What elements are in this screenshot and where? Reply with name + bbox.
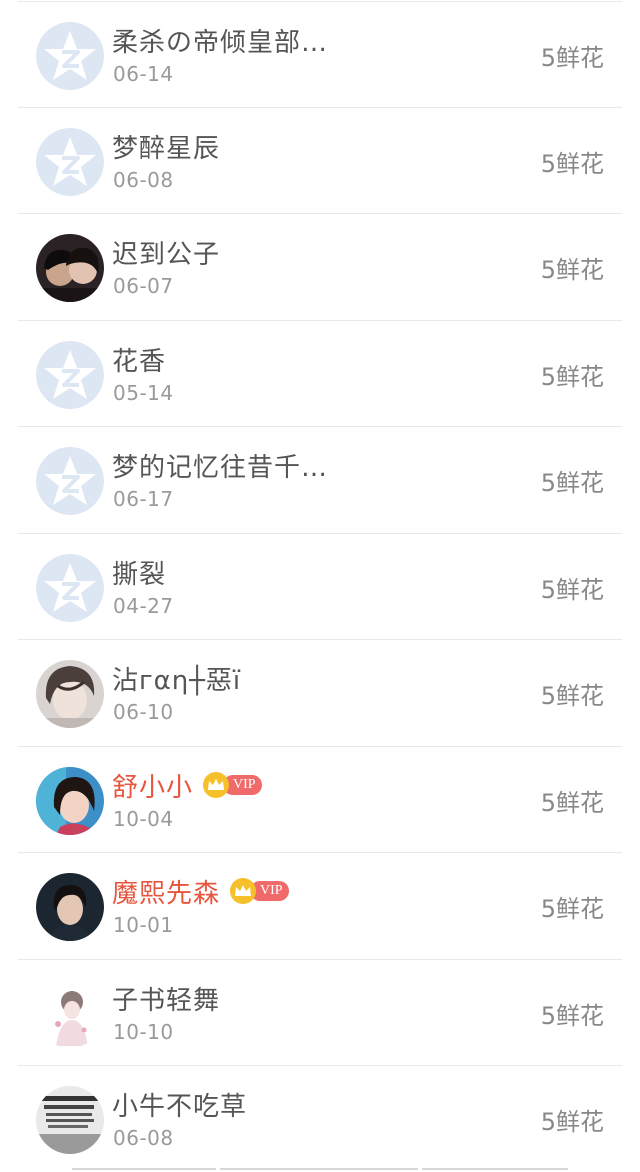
gift-amount: 5鲜花 xyxy=(540,150,604,178)
gift-date: 06-08 xyxy=(113,1126,174,1150)
gift-date: 10-04 xyxy=(113,807,174,831)
avatar[interactable] xyxy=(36,980,104,1048)
default-qq-star-icon xyxy=(36,128,104,196)
default-qq-star-icon xyxy=(36,447,104,515)
list-item[interactable]: 舒小小 VIP 10-04 5鲜花 xyxy=(18,746,622,852)
divider xyxy=(422,1168,568,1170)
list-item[interactable]: 小牛不吃草 06-08 5鲜花 xyxy=(18,1065,622,1171)
avatar[interactable] xyxy=(36,128,104,196)
avatar[interactable] xyxy=(36,873,104,941)
list-item[interactable]: 魔熙先森 VIP 10-01 5鲜花 xyxy=(18,852,622,958)
list-item[interactable]: 花香 05-14 5鲜花 xyxy=(18,320,622,426)
vip-badge[interactable]: VIP xyxy=(203,772,262,798)
gift-amount: 5鲜花 xyxy=(540,576,604,604)
girl-illustration xyxy=(36,980,104,1048)
avatar[interactable] xyxy=(36,660,104,728)
user-name[interactable]: 花香 xyxy=(112,341,166,378)
gift-amount: 5鲜花 xyxy=(540,682,604,710)
user-name[interactable]: 梦的记忆往昔千… xyxy=(112,447,328,484)
gift-amount: 5鲜花 xyxy=(540,895,604,923)
list-item[interactable]: 柔杀の帝倾皇部… 06-14 5鲜花 xyxy=(18,1,622,107)
default-qq-star-icon xyxy=(36,22,104,90)
gift-amount: 5鲜花 xyxy=(540,469,604,497)
list-item[interactable]: 沾гαη┼惡ï 06-10 5鲜花 xyxy=(18,639,622,745)
user-name[interactable]: 子书轻舞 xyxy=(112,980,220,1017)
gift-amount: 5鲜花 xyxy=(540,1002,604,1030)
list-item[interactable]: 子书轻舞 10-10 5鲜花 xyxy=(18,959,622,1065)
user-name[interactable]: 舒小小 xyxy=(112,767,193,804)
gift-date: 10-01 xyxy=(113,913,174,937)
avatar[interactable] xyxy=(36,447,104,515)
user-name[interactable]: 小牛不吃草 xyxy=(112,1086,247,1123)
user-name[interactable]: 迟到公子 xyxy=(112,234,220,271)
vip-badge[interactable]: VIP xyxy=(230,878,289,904)
user-name[interactable]: 柔杀の帝倾皇部… xyxy=(112,22,328,59)
gift-date: 06-14 xyxy=(113,62,174,86)
gift-date: 04-27 xyxy=(113,594,174,618)
couple-photo xyxy=(36,234,104,302)
gift-date: 05-14 xyxy=(113,381,174,405)
user-name[interactable]: 沾гαη┼惡ï xyxy=(112,660,241,697)
gift-date: 06-07 xyxy=(113,274,174,298)
crown-icon xyxy=(230,878,257,904)
list-item[interactable]: 梦醉星辰 06-08 5鲜花 xyxy=(18,107,622,213)
boy-portrait-photo xyxy=(36,660,104,728)
bottom-toolbar-edge xyxy=(0,1166,640,1172)
gift-amount: 5鲜花 xyxy=(540,44,604,72)
crown-icon xyxy=(203,772,230,798)
avatar[interactable] xyxy=(36,341,104,409)
poster-text-image xyxy=(36,1086,104,1154)
gift-date: 06-08 xyxy=(113,168,174,192)
avatar[interactable] xyxy=(36,554,104,622)
list-item[interactable]: 迟到公子 06-07 5鲜花 xyxy=(18,213,622,319)
user-name[interactable]: 魔熙先森 xyxy=(112,873,220,910)
user-name[interactable]: 撕裂 xyxy=(112,554,166,591)
avatar[interactable] xyxy=(36,234,104,302)
gift-amount: 5鲜花 xyxy=(540,363,604,391)
avatar[interactable] xyxy=(36,1086,104,1154)
list-item[interactable]: 撕裂 04-27 5鲜花 xyxy=(18,533,622,639)
gift-date: 06-17 xyxy=(113,487,174,511)
gift-date: 06-10 xyxy=(113,700,174,724)
gift-amount: 5鲜花 xyxy=(540,789,604,817)
gift-date: 10-10 xyxy=(113,1020,174,1044)
default-qq-star-icon xyxy=(36,341,104,409)
avatar[interactable] xyxy=(36,767,104,835)
gift-amount: 5鲜花 xyxy=(540,256,604,284)
default-qq-star-icon xyxy=(36,554,104,622)
divider xyxy=(72,1168,216,1170)
avatar[interactable] xyxy=(36,22,104,90)
divider xyxy=(220,1168,418,1170)
man-portrait-photo xyxy=(36,873,104,941)
user-name[interactable]: 梦醉星辰 xyxy=(112,128,220,165)
gift-amount: 5鲜花 xyxy=(540,1108,604,1136)
girl-portrait-photo xyxy=(36,767,104,835)
list-item[interactable]: 梦的记忆往昔千… 06-17 5鲜花 xyxy=(18,426,622,532)
